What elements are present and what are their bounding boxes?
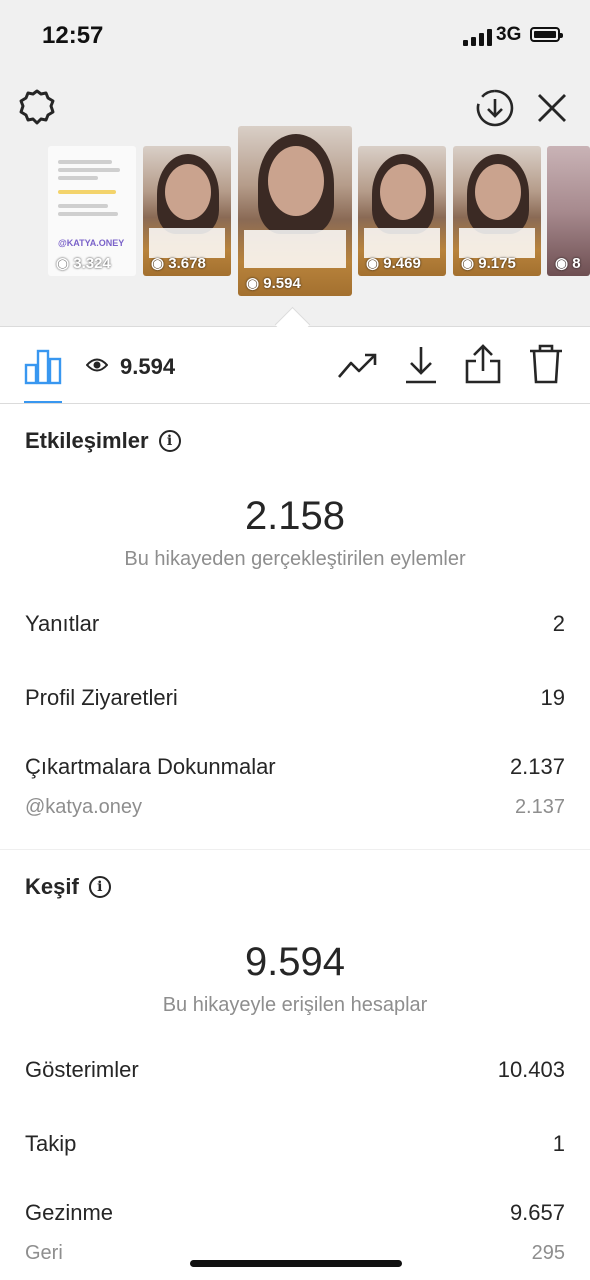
signal-icon bbox=[463, 28, 492, 46]
thumbnail-views: ◉ 3.678 bbox=[151, 255, 206, 272]
download-icon[interactable] bbox=[404, 345, 438, 385]
thumbnail-views: ◉ 9.594 bbox=[246, 275, 301, 292]
trending-icon[interactable] bbox=[337, 351, 379, 381]
thumbnail-views: ◉ 9.469 bbox=[366, 255, 421, 272]
eye-icon bbox=[86, 358, 108, 372]
story-thumbnail-selected[interactable]: ◉ 9.594 bbox=[238, 126, 352, 296]
section-divider bbox=[0, 849, 590, 850]
story-thumbnail[interactable]: @KATYA.ONEY ◉ 3.324 bbox=[48, 146, 136, 276]
story-thumbnail[interactable]: ◉ 9.469 bbox=[358, 146, 446, 276]
stat-row-profile-visits: Profil Ziyaretleri 19 bbox=[25, 685, 565, 710]
story-thumbnail[interactable]: ◉ 8 bbox=[547, 146, 590, 276]
active-tab-indicator bbox=[24, 401, 62, 403]
trash-icon[interactable] bbox=[528, 343, 564, 385]
thumbnail-views: ◉ 8 bbox=[555, 255, 581, 272]
thumbnail-views: ◉ 9.175 bbox=[461, 255, 516, 272]
bar-chart-icon[interactable] bbox=[24, 347, 62, 385]
discovery-total: 9.594 bbox=[244, 940, 346, 984]
story-thumbnail[interactable]: ◉ 9.175 bbox=[453, 146, 541, 276]
story-thumbnail-strip: @KATYA.ONEY ◉ 3.324 ◉ 3.678 ◉ 9.594 ◉ 9.… bbox=[0, 72, 590, 326]
discovery-title: Keşif bbox=[25, 874, 79, 899]
home-indicator[interactable] bbox=[190, 1260, 402, 1267]
stat-row-mention-sticker: @katya.oney 2.137 bbox=[25, 796, 565, 818]
interactions-total: 2.158 bbox=[244, 494, 346, 538]
thumbnail-views: ◉ 3.324 bbox=[56, 255, 111, 272]
share-icon[interactable] bbox=[464, 343, 502, 385]
interactions-subtitle: Bu hikayeden gerçekleştirilen eylemler bbox=[124, 548, 466, 570]
views-count: 9.594 bbox=[120, 354, 176, 379]
discovery-subtitle: Bu hikayeyle erişilen hesaplar bbox=[162, 994, 428, 1016]
stat-row-replies: Yanıtlar 2 bbox=[25, 611, 565, 636]
info-icon[interactable]: i bbox=[158, 430, 181, 452]
story-thumbnail[interactable]: ◉ 3.678 bbox=[143, 146, 231, 276]
stat-row-sticker-taps: Çıkartmalara Dokunmalar 2.137 bbox=[25, 754, 565, 779]
stat-row-impressions: Gösterimler 10.403 bbox=[25, 1057, 565, 1082]
interactions-title: Etkileşimler bbox=[25, 428, 149, 453]
insights-toolbar: 9.594 bbox=[0, 327, 590, 404]
status-bar: 12:57 3G bbox=[0, 0, 590, 72]
status-time: 12:57 bbox=[42, 22, 104, 49]
stat-row-follows: Takip 1 bbox=[25, 1131, 565, 1156]
battery-icon bbox=[530, 27, 563, 42]
discovery-section-title: Keşif i bbox=[25, 874, 111, 900]
stat-row-navigation: Gezinme 9.657 bbox=[25, 1200, 565, 1225]
network-type: 3G bbox=[496, 24, 522, 45]
info-icon[interactable]: i bbox=[88, 876, 111, 898]
thumbnail-caption: @KATYA.ONEY bbox=[58, 238, 125, 248]
interactions-section-title: Etkileşimler i bbox=[25, 428, 181, 454]
